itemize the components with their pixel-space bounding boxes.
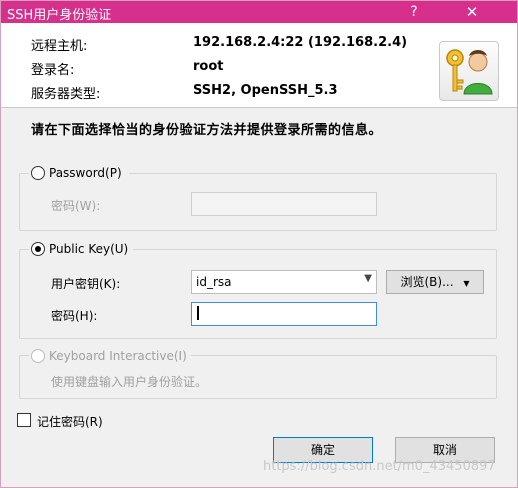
- passphrase-input[interactable]: [191, 302, 377, 326]
- text-caret: [197, 306, 199, 320]
- publickey-radio-label[interactable]: Public Key(U): [49, 242, 128, 256]
- login-name-label: 登录名:: [31, 63, 75, 78]
- password-field-label: 密码(W):: [51, 199, 101, 213]
- server-type-label: 服务器类型:: [31, 87, 101, 102]
- user-key-label: 用户密钥(K):: [51, 277, 121, 291]
- password-radio[interactable]: [31, 166, 45, 180]
- chevron-down-icon: ▼: [364, 273, 372, 284]
- title-bar[interactable]: SSH用户身份验证 ? ✕: [1, 1, 517, 23]
- user-key-select[interactable]: id_rsa ▼: [191, 270, 377, 294]
- passphrase-label: 密码(H):: [51, 309, 98, 323]
- remember-password-label[interactable]: 记住密码(R): [37, 413, 103, 430]
- browse-button-label: 浏览(B)...: [400, 275, 454, 289]
- ssh-auth-dialog: SSH用户身份验证 ? ✕ 远程主机: 192.168.2.4:22 (192.…: [0, 0, 518, 488]
- window-title: SSH用户身份验证: [7, 8, 112, 23]
- remote-host-value: 192.168.2.4:22 (192.168.2.4): [193, 35, 408, 50]
- key-user-icon: [439, 41, 499, 101]
- close-button[interactable]: ✕: [449, 1, 495, 23]
- password-input[interactable]: [191, 192, 377, 216]
- keyboard-description: 使用键盘输入用户身份验证。: [51, 375, 208, 389]
- password-radio-label[interactable]: Password(P): [49, 166, 122, 180]
- browse-button[interactable]: 浏览(B)... ▼: [386, 270, 484, 294]
- help-button[interactable]: ?: [391, 1, 437, 23]
- publickey-radio[interactable]: [31, 242, 45, 256]
- keyboard-radio-label[interactable]: Keyboard Interactive(I): [49, 349, 187, 363]
- remote-host-label: 远程主机:: [31, 39, 88, 54]
- watermark: https://blog.csdn.net/m0_43450897: [263, 459, 496, 474]
- user-key-value: id_rsa: [196, 275, 232, 289]
- remember-password-checkbox[interactable]: [17, 413, 31, 427]
- dropdown-arrow-icon: ▼: [463, 279, 470, 288]
- instruction-text: 请在下面选择恰当的身份验证方法并提供登录所需的信息。: [31, 123, 383, 138]
- login-name-value: root: [193, 59, 224, 74]
- server-type-value: SSH2, OpenSSH_5.3: [193, 83, 338, 98]
- connection-info-panel: 远程主机: 192.168.2.4:22 (192.168.2.4) 登录名: …: [1, 23, 517, 108]
- keyboard-radio[interactable]: [31, 349, 45, 363]
